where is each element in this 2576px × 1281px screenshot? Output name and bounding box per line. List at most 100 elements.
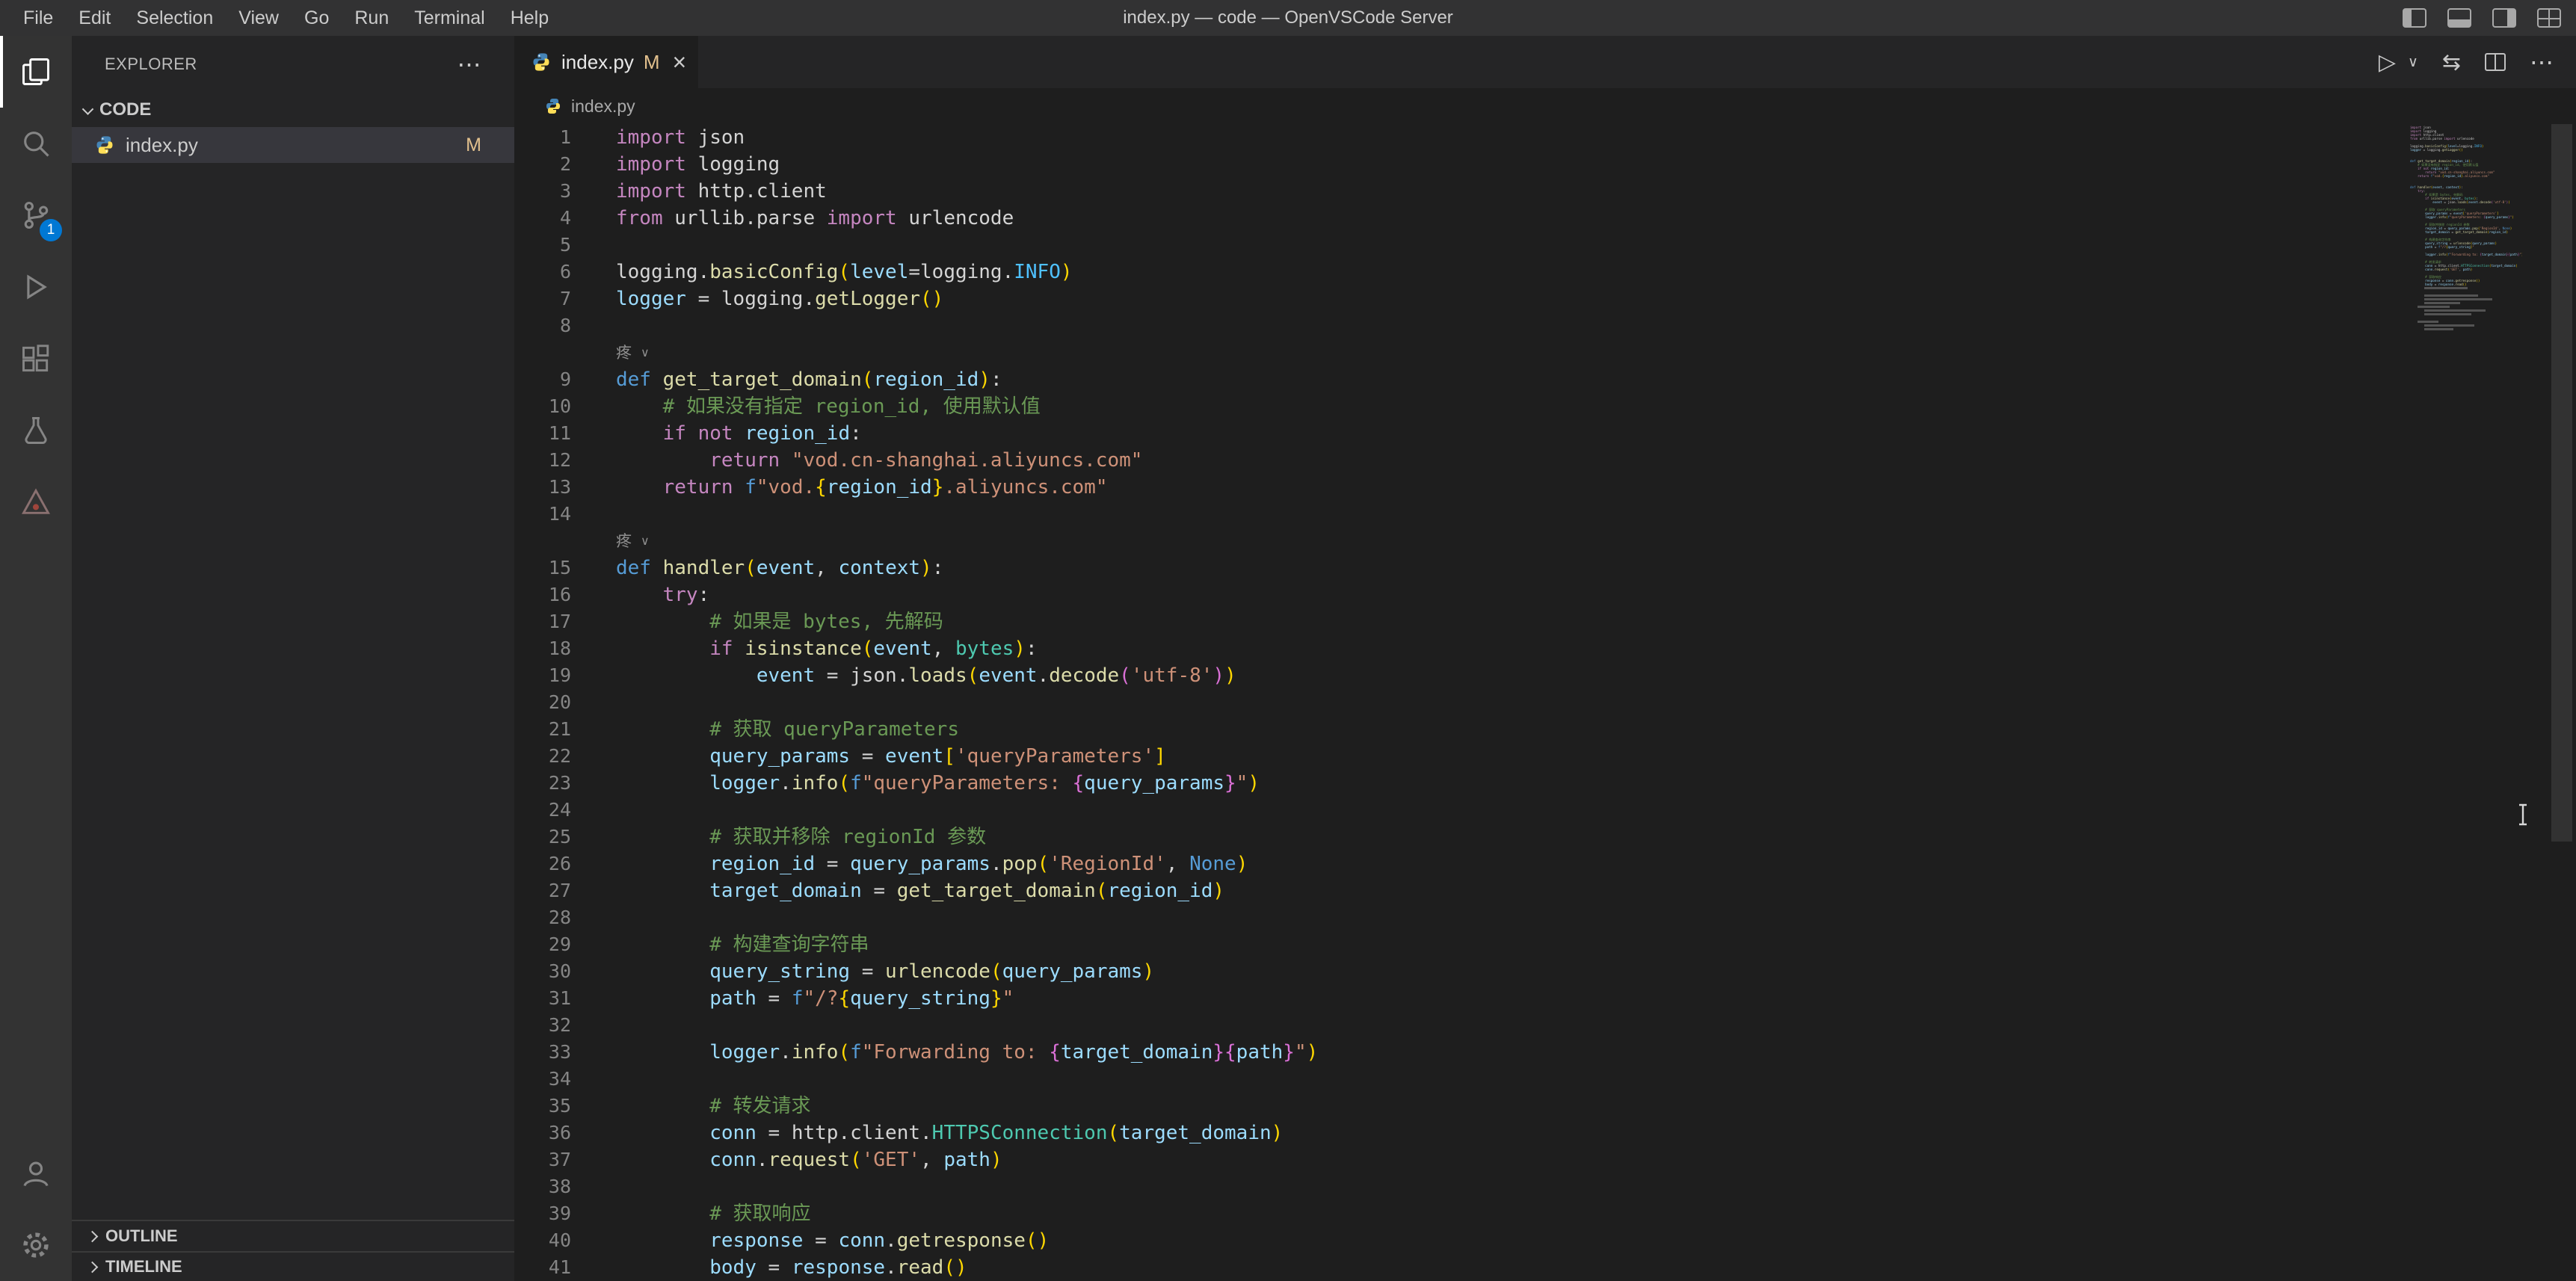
extensions-icon [19, 342, 52, 375]
minimap-content: import jsonimport loggingimport http.cli… [2410, 126, 2522, 331]
menu-go[interactable]: Go [292, 0, 342, 36]
chevron-right-icon [87, 1230, 99, 1242]
code-line: 12 return "vod.cn-shanghai.aliyuncs.com" [514, 447, 2576, 474]
code-line: 19 event = json.loads(event.decode('utf-… [514, 662, 2576, 689]
codelens-row[interactable]: 疼∨ [514, 528, 2576, 555]
layout-controls [2403, 8, 2561, 28]
timeline-section-header[interactable]: TIMELINE [72, 1251, 514, 1281]
run-python-file-button[interactable]: ▷ [2379, 49, 2396, 75]
menu-help[interactable]: Help [498, 0, 561, 36]
line-number: 30 [514, 958, 571, 985]
sidebar-explorer: EXPLORER ⋯ CODE index.py M OUTLINE [72, 36, 514, 1281]
breadcrumb-item-file[interactable]: index.py [571, 96, 635, 117]
tab-close-icon[interactable]: × [673, 50, 687, 74]
file-name: index.py [126, 134, 198, 157]
code-line: 2import logging [514, 151, 2576, 178]
menu-selection[interactable]: Selection [123, 0, 226, 36]
vertical-scrollbar [2546, 124, 2576, 1281]
codelens-row[interactable]: 疼∨ [514, 339, 2576, 366]
code-line: 5 [514, 232, 2576, 259]
code-line: 35 # 转发请求 [514, 1093, 2576, 1120]
line-number: 40 [514, 1227, 571, 1254]
codelens-chevron-icon: ∨ [641, 339, 650, 366]
code-line: 23 logger.info(f"queryParameters: {query… [514, 770, 2576, 797]
account-button[interactable] [0, 1138, 72, 1209]
menu-view[interactable]: View [226, 0, 292, 36]
line-number: 23 [514, 770, 571, 797]
line-number: 29 [514, 931, 571, 958]
line-number [514, 528, 571, 555]
code-line: 6logging.basicConfig(level=logging.INFO) [514, 259, 2576, 285]
search-activity-button[interactable] [0, 108, 72, 179]
line-number: 22 [514, 743, 571, 770]
line-number: 8 [514, 312, 571, 339]
code-line: 32 [514, 1012, 2576, 1039]
code-line: 13 return f"vod.{region_id}.aliyuncs.com… [514, 474, 2576, 501]
code-line: 21 # 获取 queryParameters [514, 716, 2576, 743]
code-line: 40 response = conn.getresponse() [514, 1227, 2576, 1254]
serverless-extension-activity-button[interactable] [0, 466, 72, 538]
code-lines: 1import json2import logging3import http.… [514, 124, 2576, 1281]
code-line: 10 # 如果没有指定 region_id, 使用默认值 [514, 393, 2576, 420]
split-editor-icon[interactable] [2485, 53, 2506, 71]
toggle-secondary-sidebar-icon[interactable] [2492, 8, 2516, 28]
outline-section-header[interactable]: OUTLINE [72, 1220, 514, 1251]
customize-layout-icon[interactable] [2537, 8, 2561, 28]
code-line: 30 query_string = urlencode(query_params… [514, 958, 2576, 985]
explorer-header: EXPLORER ⋯ [72, 36, 514, 93]
explorer-more-actions-icon[interactable]: ⋯ [457, 50, 482, 78]
account-icon [19, 1157, 52, 1190]
chevron-right-icon [87, 1261, 99, 1273]
timeline-label: TIMELINE [105, 1257, 182, 1277]
outline-label: OUTLINE [105, 1226, 178, 1246]
code-editor[interactable]: 1import json2import logging3import http.… [514, 124, 2576, 1281]
menu-terminal[interactable]: Terminal [401, 0, 497, 36]
explorer-title: EXPLORER [105, 55, 197, 74]
line-number: 6 [514, 259, 571, 285]
run-debug-activity-button[interactable] [0, 251, 72, 323]
line-number: 9 [514, 366, 571, 393]
line-number: 1 [514, 124, 571, 151]
explorer-activity-button[interactable] [0, 36, 72, 108]
line-number: 34 [514, 1066, 571, 1093]
editor-group: index.py M × ▷ ∨ ⇆ ⋯ index.py 1imp [514, 36, 2576, 1281]
workbench: 1 [0, 36, 2576, 1281]
line-number: 10 [514, 393, 571, 420]
explorer-empty-space [72, 163, 514, 1220]
line-number: 12 [514, 447, 571, 474]
menu-file[interactable]: File [10, 0, 66, 36]
scrollbar-thumb[interactable] [2551, 124, 2572, 842]
run-dropdown-icon[interactable]: ∨ [2408, 54, 2418, 71]
more-actions-icon[interactable]: ⋯ [2530, 48, 2554, 76]
codelens-chevron-icon: ∨ [641, 528, 650, 555]
toggle-primary-sidebar-icon[interactable] [2403, 8, 2426, 28]
code-line: 15def handler(event, context): [514, 555, 2576, 581]
codelens-ai-icon: 疼 [616, 339, 632, 366]
source-control-activity-button[interactable]: 1 [0, 179, 72, 251]
window-title: index.py — code — OpenVSCode Server [1123, 7, 1453, 28]
code-line: 17 # 如果是 bytes, 先解码 [514, 608, 2576, 635]
file-row-indexpy[interactable]: index.py M [72, 127, 514, 163]
workspace-section-header[interactable]: CODE [72, 93, 514, 127]
code-line: 7logger = logging.getLogger() [514, 285, 2576, 312]
line-number: 33 [514, 1039, 571, 1066]
line-number: 37 [514, 1146, 571, 1173]
minimap[interactable]: import jsonimport loggingimport http.cli… [2410, 126, 2522, 331]
line-number: 20 [514, 689, 571, 716]
extensions-activity-button[interactable] [0, 323, 72, 395]
toggle-panel-icon[interactable] [2447, 8, 2471, 28]
line-number: 5 [514, 232, 571, 259]
settings-button[interactable] [0, 1209, 72, 1281]
code-line: 29 # 构建查询字符串 [514, 931, 2576, 958]
code-line: 37 conn.request('GET', path) [514, 1146, 2576, 1173]
code-line: 38 [514, 1173, 2576, 1200]
line-number: 17 [514, 608, 571, 635]
open-changes-icon[interactable]: ⇆ [2442, 49, 2461, 75]
menu-run[interactable]: Run [342, 0, 401, 36]
gear-icon [19, 1229, 52, 1262]
menu-edit[interactable]: Edit [66, 0, 123, 36]
testing-activity-button[interactable] [0, 395, 72, 466]
code-line: 36 conn = http.client.HTTPSConnection(ta… [514, 1120, 2576, 1146]
code-line: 11 if not region_id: [514, 420, 2576, 447]
tab-indexpy[interactable]: index.py M × [514, 36, 698, 88]
